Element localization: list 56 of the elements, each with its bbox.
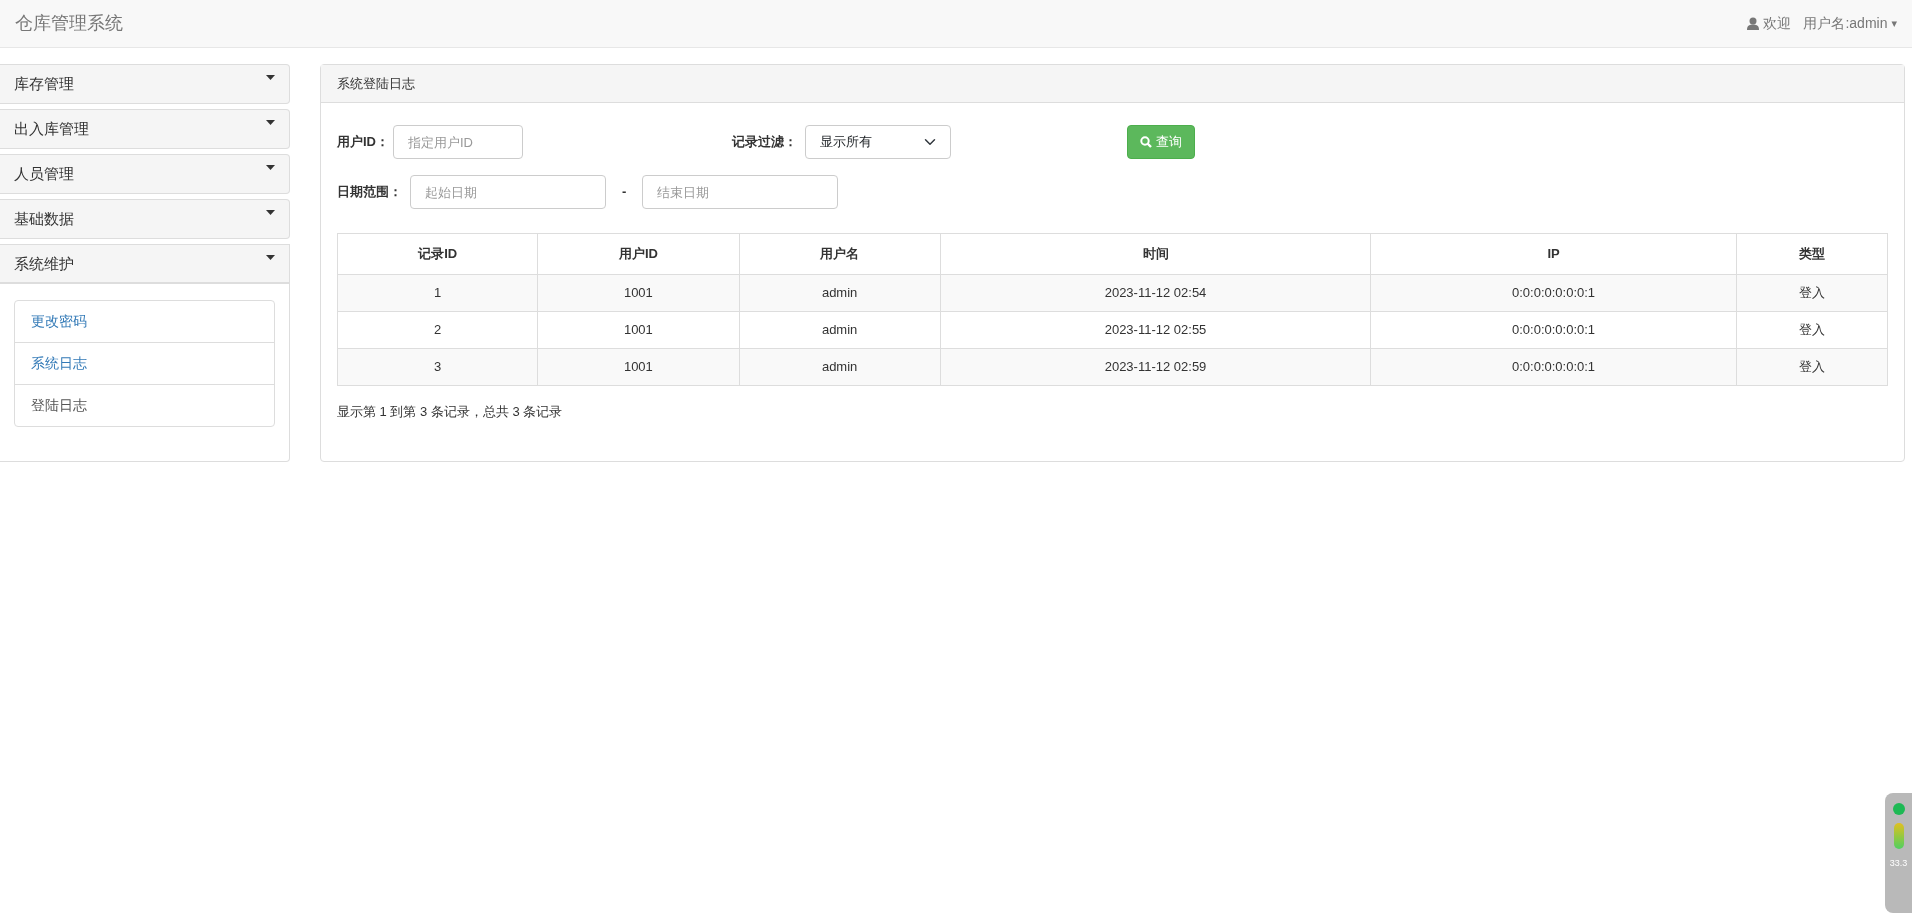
caret-icon xyxy=(266,75,275,80)
greeting-text: 欢迎 xyxy=(1763,14,1792,33)
field-label: 记录过滤： xyxy=(732,133,797,152)
sidebar-group[interactable]: 出入库管理 xyxy=(0,109,290,149)
table-cell: admin xyxy=(739,274,941,312)
panel-title: 系统登陆日志 xyxy=(337,74,415,93)
table-cell: admin xyxy=(739,348,941,386)
level-pill-icon xyxy=(1893,823,1904,849)
caret-icon xyxy=(266,255,275,260)
user-menu[interactable]: 用户名:admin xyxy=(1803,13,1888,34)
sidebar-link[interactable]: 更改密码 xyxy=(14,300,275,343)
table-cell: 0:0:0:0:0:0:0:1 xyxy=(1370,348,1737,386)
table-cell: 1001 xyxy=(537,274,739,312)
user-icon xyxy=(1747,17,1760,30)
table-cell: 1 xyxy=(337,274,538,312)
caret-icon xyxy=(266,120,275,125)
table-cell: 0:0:0:0:0:0:0:1 xyxy=(1370,274,1737,312)
range-separator: - xyxy=(621,183,628,202)
sidebar-link[interactable]: 登陆日志 xyxy=(14,384,275,427)
table-cell: 1001 xyxy=(537,311,739,349)
sidebar-link[interactable]: 系统日志 xyxy=(14,342,275,385)
sidebar-group[interactable]: 库存管理 xyxy=(0,64,290,104)
table-cell: 2023-11-12 02:55 xyxy=(940,311,1371,349)
app-title[interactable]: 仓库管理系统 xyxy=(15,10,123,37)
sidebar-group[interactable]: 人员管理 xyxy=(0,154,290,194)
table-cell: 2023-11-12 02:54 xyxy=(940,274,1371,312)
column-header: 记录ID xyxy=(337,233,538,275)
end-date-field[interactable]: 结束日期 xyxy=(642,175,839,209)
search-icon xyxy=(1140,136,1152,148)
table-cell: 3 xyxy=(337,348,538,386)
column-header: 用户名 xyxy=(739,233,941,275)
sidebar-group[interactable]: 基础数据 xyxy=(0,199,290,239)
table-cell: 登入 xyxy=(1736,311,1888,349)
record-summary: 显示第 1 到第 3 条记录，总共 3 条记录 xyxy=(337,404,563,419)
field-label: 日期范围： xyxy=(337,183,402,202)
column-header: 时间 xyxy=(940,233,1371,275)
column-header: 类型 xyxy=(1736,233,1888,275)
table-cell: 0:0:0:0:0:0:0:1 xyxy=(1370,311,1737,349)
record-filter-select[interactable]: 显示所有 xyxy=(805,125,951,159)
field-label: 用户ID： xyxy=(337,133,389,152)
status-dot-icon xyxy=(1892,803,1905,815)
user-id-field[interactable]: 指定用户ID xyxy=(393,125,523,159)
caret-icon: ▾ xyxy=(1891,15,1897,32)
table-cell: 登入 xyxy=(1736,274,1888,312)
table-cell: 2023-11-12 02:59 xyxy=(940,348,1371,386)
table-cell: admin xyxy=(739,311,941,349)
table-cell: 登入 xyxy=(1736,348,1888,386)
column-header: 用户ID xyxy=(537,233,739,275)
speed-reading: 33.3 xyxy=(1889,857,1908,870)
column-header: IP xyxy=(1370,233,1737,275)
caret-icon xyxy=(266,210,275,215)
table-cell: 1001 xyxy=(537,348,739,386)
caret-icon xyxy=(266,165,275,170)
start-date-field[interactable]: 起始日期 xyxy=(410,175,606,209)
sidebar-group[interactable]: 系统维护 xyxy=(0,244,290,284)
table-cell: 2 xyxy=(337,311,538,349)
